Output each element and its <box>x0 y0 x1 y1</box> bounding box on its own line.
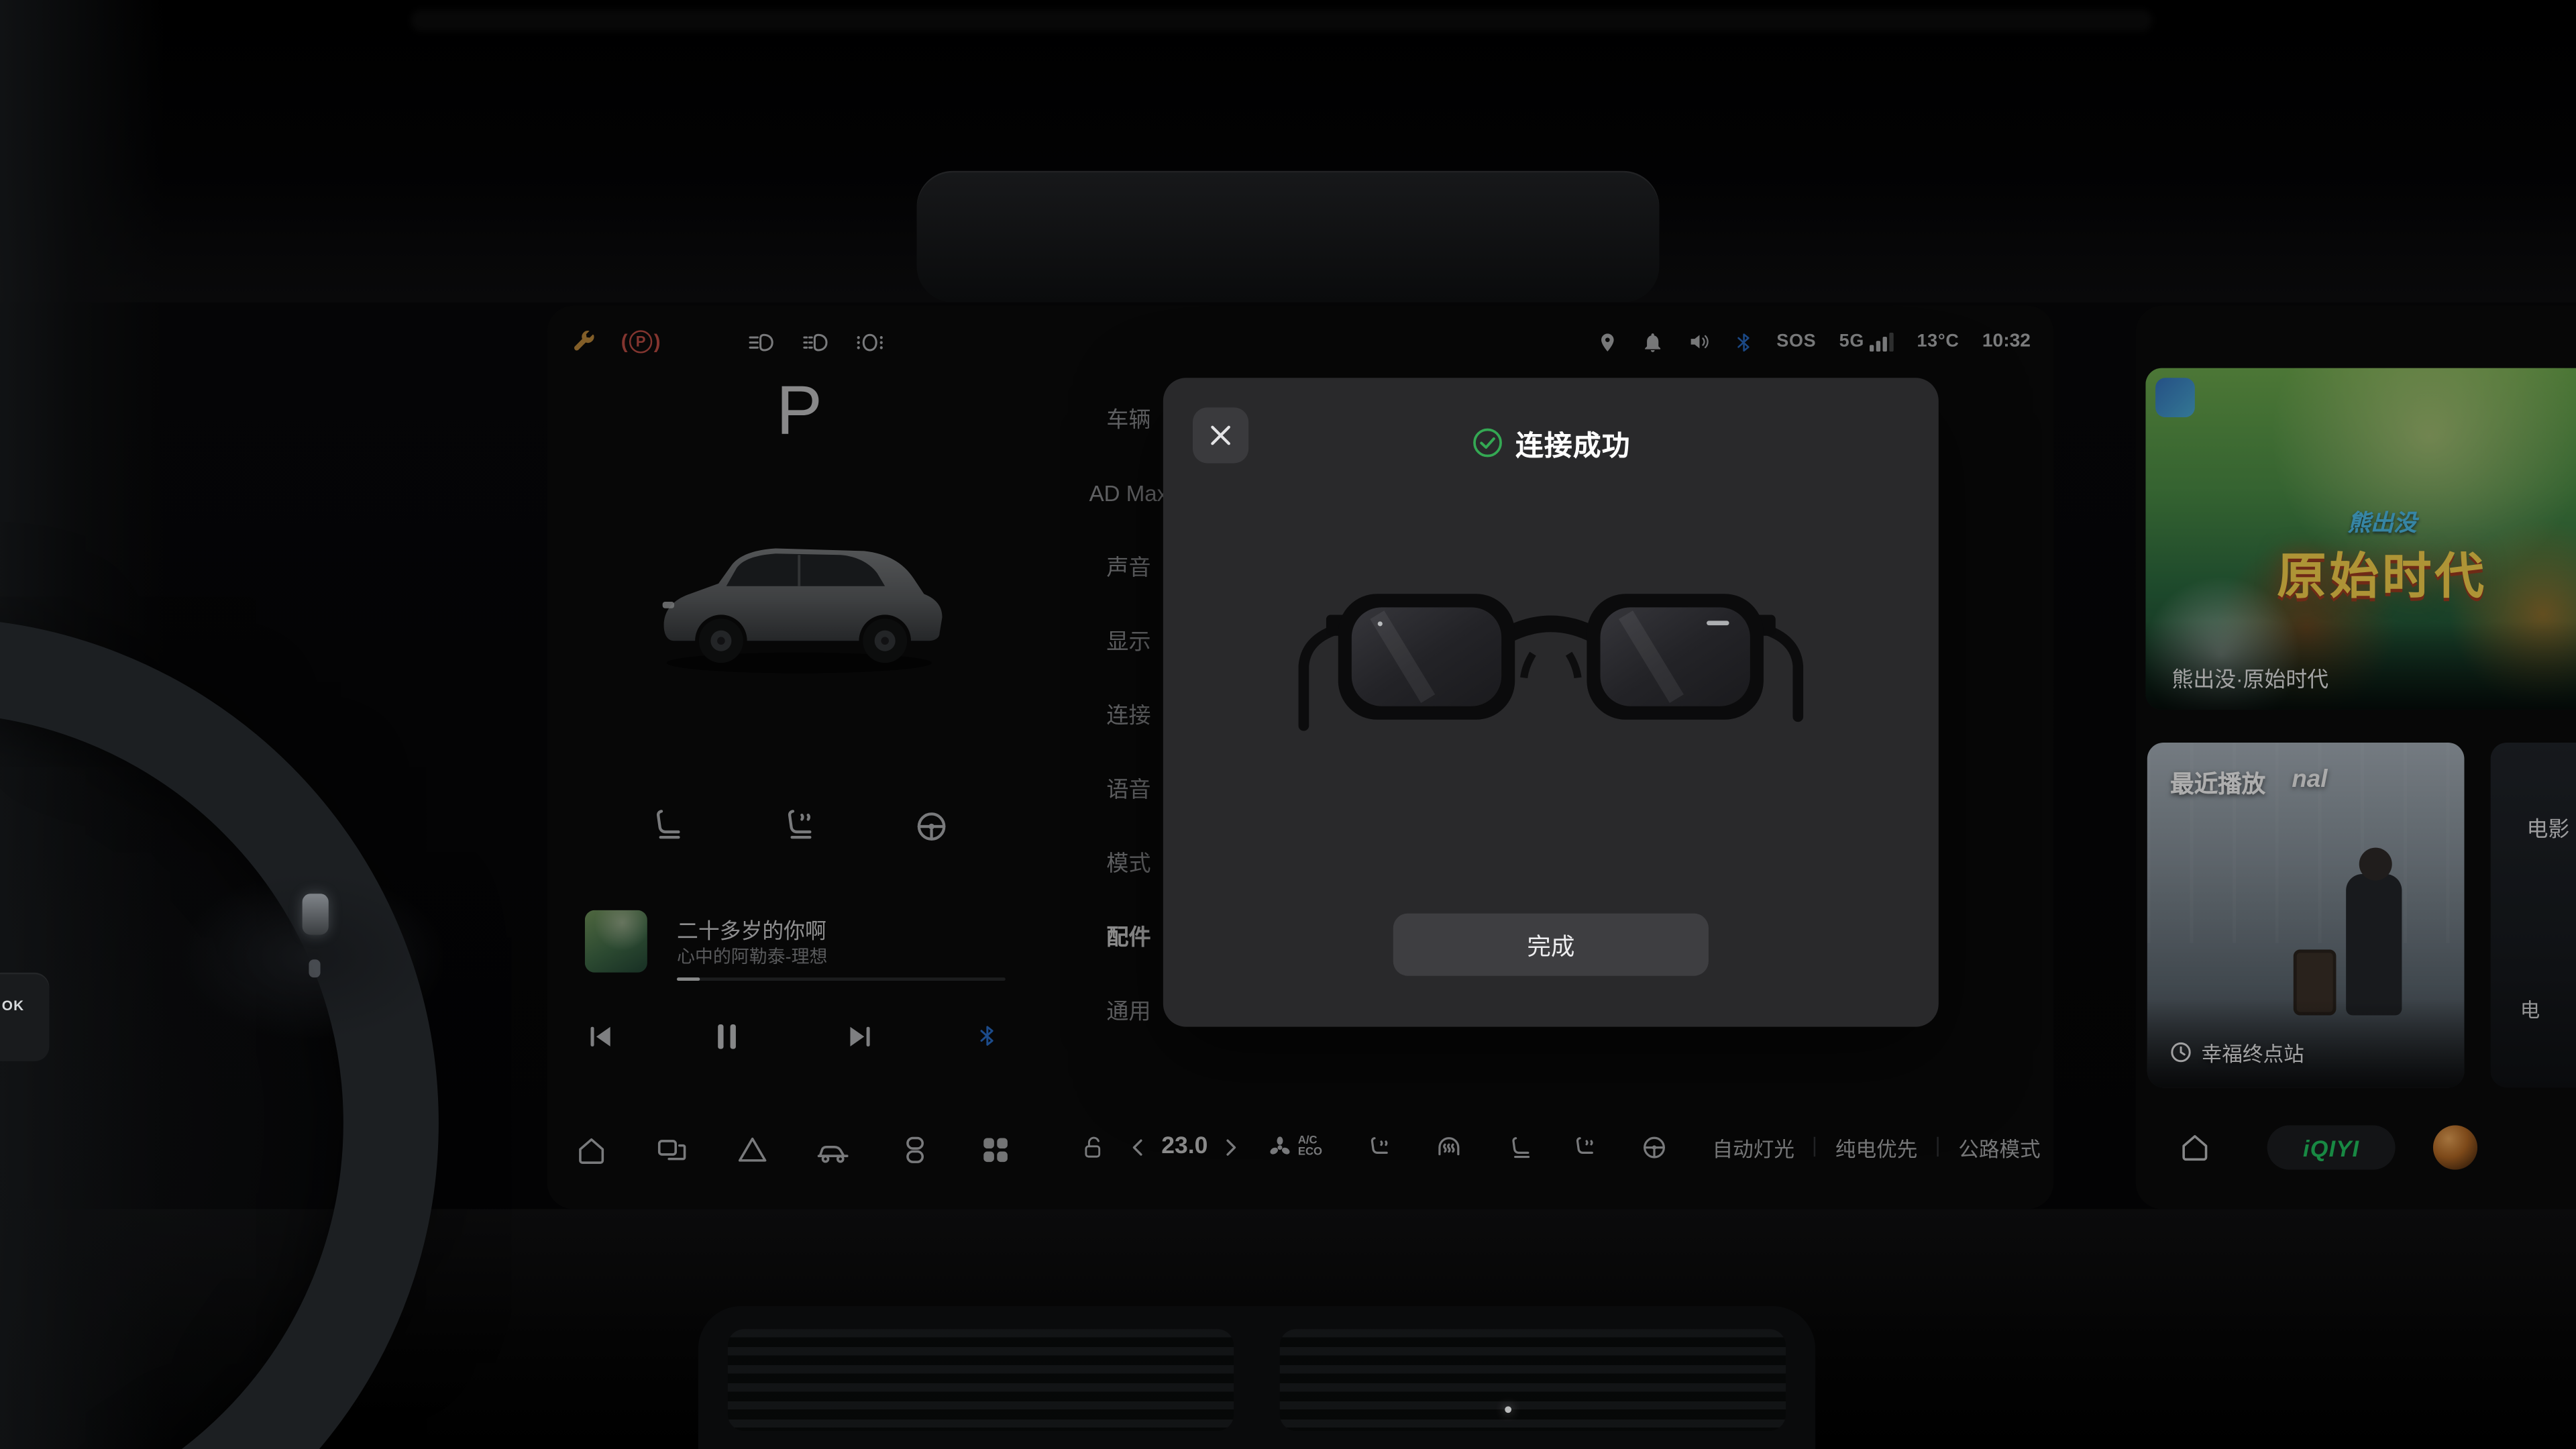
roofline-highlight <box>411 10 2152 32</box>
passenger-display: 熊出没 原始时代 熊出没·原始时代 最近播放 nal 幸福终点站 电影 电 <box>2136 306 2576 1210</box>
dash-speaker-grille <box>917 171 1660 303</box>
success-check-icon <box>1471 427 1503 459</box>
steering-roller-light <box>309 959 320 977</box>
done-button[interactable]: 完成 <box>1393 914 1709 976</box>
air-vent-left <box>728 1329 1234 1431</box>
dialog-title: 连接成功 <box>1515 422 1630 463</box>
cabin-photo: OK (P) <box>0 0 2576 1449</box>
air-vent-right <box>1280 1329 1786 1431</box>
stage: OK (P) <box>0 0 2576 1449</box>
connection-success-dialog: 连接成功 <box>1163 378 1939 1026</box>
ok-button-label: OK <box>0 998 40 1014</box>
center-air-vent-panel <box>698 1306 1815 1449</box>
smart-glasses-image <box>1296 549 1805 774</box>
steering-button-cluster: OK <box>0 973 49 1061</box>
vent-light-dot <box>1505 1406 1511 1413</box>
center-display: (P) <box>547 306 2054 1210</box>
steering-roller-knob <box>303 894 329 934</box>
dialog-header: 连接成功 <box>1163 422 1939 463</box>
passenger-dim-scrim <box>2136 306 2576 1210</box>
